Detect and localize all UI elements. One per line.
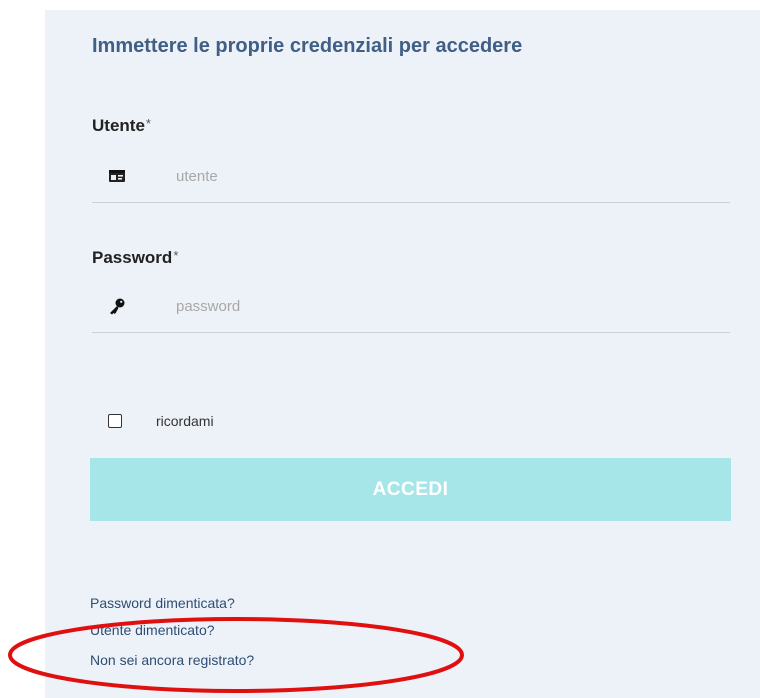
username-required-mark: *	[145, 116, 151, 131]
remember-me-row[interactable]: ricordami	[108, 410, 214, 432]
remember-me-label[interactable]: ricordami	[156, 413, 214, 429]
password-label-row: Password*	[92, 248, 178, 268]
login-screen: Immettere le proprie credenziali per acc…	[0, 0, 760, 698]
key-icon	[108, 297, 126, 315]
forgot-password-link[interactable]: Password dimenticata?	[90, 595, 235, 611]
username-field[interactable]	[92, 152, 730, 203]
forgot-username-link[interactable]: Utente dimenticato?	[90, 622, 215, 638]
username-label: Utente	[92, 116, 145, 135]
remember-me-checkbox[interactable]	[108, 414, 122, 428]
password-input[interactable]	[176, 292, 696, 320]
password-label: Password	[92, 248, 173, 267]
username-input[interactable]	[176, 162, 696, 190]
register-link[interactable]: Non sei ancora registrato?	[90, 652, 254, 668]
id-card-icon	[108, 167, 126, 185]
password-field[interactable]	[92, 282, 730, 333]
password-required-mark: *	[173, 248, 179, 263]
login-button[interactable]: ACCEDI	[90, 458, 731, 521]
username-label-row: Utente*	[92, 116, 151, 136]
login-heading: Immettere le proprie credenziali per acc…	[92, 35, 523, 57]
